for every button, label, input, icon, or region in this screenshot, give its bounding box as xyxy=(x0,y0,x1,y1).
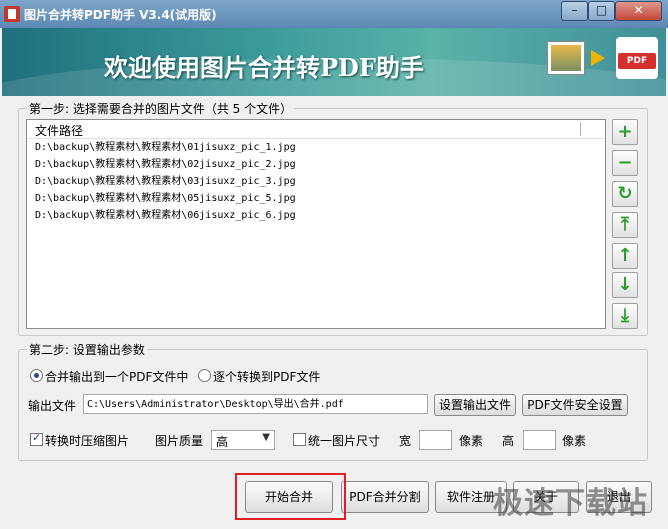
header-banner: 欢迎使用图片合并转PDF助手 PDF xyxy=(2,28,666,96)
list-item[interactable]: D:\backup\教程素材\教程素材\02jisuxz_pic_2.jpg xyxy=(27,156,605,173)
list-item[interactable]: D:\backup\教程素材\教程素材\05jisuxz_pic_5.jpg xyxy=(27,190,605,207)
file-path: D:\backup\教程素材\教程素材\01jisuxz_pic_1.jpg xyxy=(35,142,296,153)
arrow-to-top-icon: ⤒ xyxy=(621,214,629,235)
arrow-down-icon: ↓ xyxy=(617,274,633,295)
app-icon xyxy=(4,6,20,22)
watermark-text: 极速下载站 xyxy=(493,486,648,521)
merge-single-label[interactable]: 合并输出到一个PDF文件中 xyxy=(45,368,188,385)
list-item[interactable]: D:\backup\教程素材\教程素材\01jisuxz_pic_1.jpg xyxy=(27,139,605,156)
compress-checkbox[interactable] xyxy=(30,431,43,446)
pdf-badge: PDF xyxy=(618,53,656,69)
window-title: 图片合并转PDF助手 V3.4(试用版) xyxy=(24,8,217,22)
compress-label[interactable]: 转换时压缩图片 xyxy=(45,432,129,449)
image-icon xyxy=(547,41,585,75)
arrow-right-icon xyxy=(591,50,605,66)
minimize-button[interactable]: – xyxy=(561,1,588,21)
convert-each-radio[interactable] xyxy=(198,369,211,382)
close-button[interactable]: ✕ xyxy=(615,1,662,21)
maximize-button[interactable]: □ xyxy=(588,1,615,21)
column-separator[interactable] xyxy=(580,122,581,136)
arrow-to-bottom-icon: ⤓ xyxy=(621,305,629,326)
refresh-icon: ↻ xyxy=(617,183,633,204)
highlight-frame xyxy=(235,473,346,520)
quality-value: 高 xyxy=(216,435,229,449)
height-input[interactable] xyxy=(523,430,556,450)
step2-legend: 第二步: 设置输出参数 xyxy=(27,341,147,358)
pdf-icon: PDF xyxy=(616,37,658,79)
height-pixels-label: 像素 xyxy=(562,434,587,448)
unify-size-label[interactable]: 统一图片尺寸 xyxy=(308,432,380,449)
add-file-button[interactable]: + xyxy=(612,119,638,145)
list-item[interactable]: D:\backup\教程素材\教程素材\06jisuxz_pic_6.jpg xyxy=(27,207,605,224)
file-path: D:\backup\教程素材\教程素材\02jisuxz_pic_2.jpg xyxy=(35,159,296,170)
plus-icon: + xyxy=(617,121,633,142)
remove-file-button[interactable]: − xyxy=(612,150,638,176)
output-file-label: 输出文件 xyxy=(28,399,77,413)
clear-list-button[interactable]: ↻ xyxy=(612,181,638,207)
list-header[interactable]: 文件路径 xyxy=(27,120,605,139)
list-item[interactable]: D:\backup\教程素材\教程素材\03jisuxz_pic_3.jpg xyxy=(27,173,605,190)
step1-legend: 第一步: 选择需要合并的图片文件（共 5 个文件） xyxy=(27,100,295,117)
column-header-path[interactable]: 文件路径 xyxy=(35,122,83,139)
arrow-up-icon: ↑ xyxy=(617,245,633,266)
quality-label: 图片质量 xyxy=(155,434,204,448)
move-bottom-button[interactable]: ⤓ xyxy=(612,303,638,329)
move-up-button[interactable]: ↑ xyxy=(612,243,638,269)
width-pixels-label: 像素 xyxy=(459,434,484,448)
quality-select[interactable]: 高 ▼ xyxy=(211,430,275,450)
output-path-field[interactable]: C:\Users\Administrator\Desktop\导出\合并.pdf xyxy=(83,394,428,414)
move-top-button[interactable]: ⤒ xyxy=(612,212,638,238)
width-label: 宽 xyxy=(399,434,412,448)
pdf-security-button[interactable]: PDF文件安全设置 xyxy=(522,394,628,416)
file-path: D:\backup\教程素材\教程素材\03jisuxz_pic_3.jpg xyxy=(35,176,296,187)
file-list[interactable]: 文件路径 D:\backup\教程素材\教程素材\01jisuxz_pic_1.… xyxy=(26,119,606,329)
width-input[interactable] xyxy=(419,430,452,450)
title-bar[interactable]: 图片合并转PDF助手 V3.4(试用版) – □ ✕ xyxy=(0,0,668,28)
height-label: 高 xyxy=(502,434,515,448)
merge-single-radio[interactable] xyxy=(30,369,43,382)
minus-icon: − xyxy=(617,152,633,173)
unify-size-checkbox[interactable] xyxy=(293,433,306,446)
file-path: D:\backup\教程素材\教程素材\06jisuxz_pic_6.jpg xyxy=(35,210,296,221)
app-window: 图片合并转PDF助手 V3.4(试用版) – □ ✕ 欢迎使用图片合并转PDF助… xyxy=(0,0,668,529)
convert-each-label[interactable]: 逐个转换到PDF文件 xyxy=(213,368,320,385)
set-output-button[interactable]: 设置输出文件 xyxy=(434,394,516,416)
banner-title: 欢迎使用图片合并转PDF助手 xyxy=(104,53,424,82)
file-path: D:\backup\教程素材\教程素材\05jisuxz_pic_5.jpg xyxy=(35,193,296,204)
chevron-down-icon: ▼ xyxy=(262,432,270,443)
move-down-button[interactable]: ↓ xyxy=(612,272,638,298)
pdf-split-button[interactable]: PDF合并分割 xyxy=(341,481,429,513)
